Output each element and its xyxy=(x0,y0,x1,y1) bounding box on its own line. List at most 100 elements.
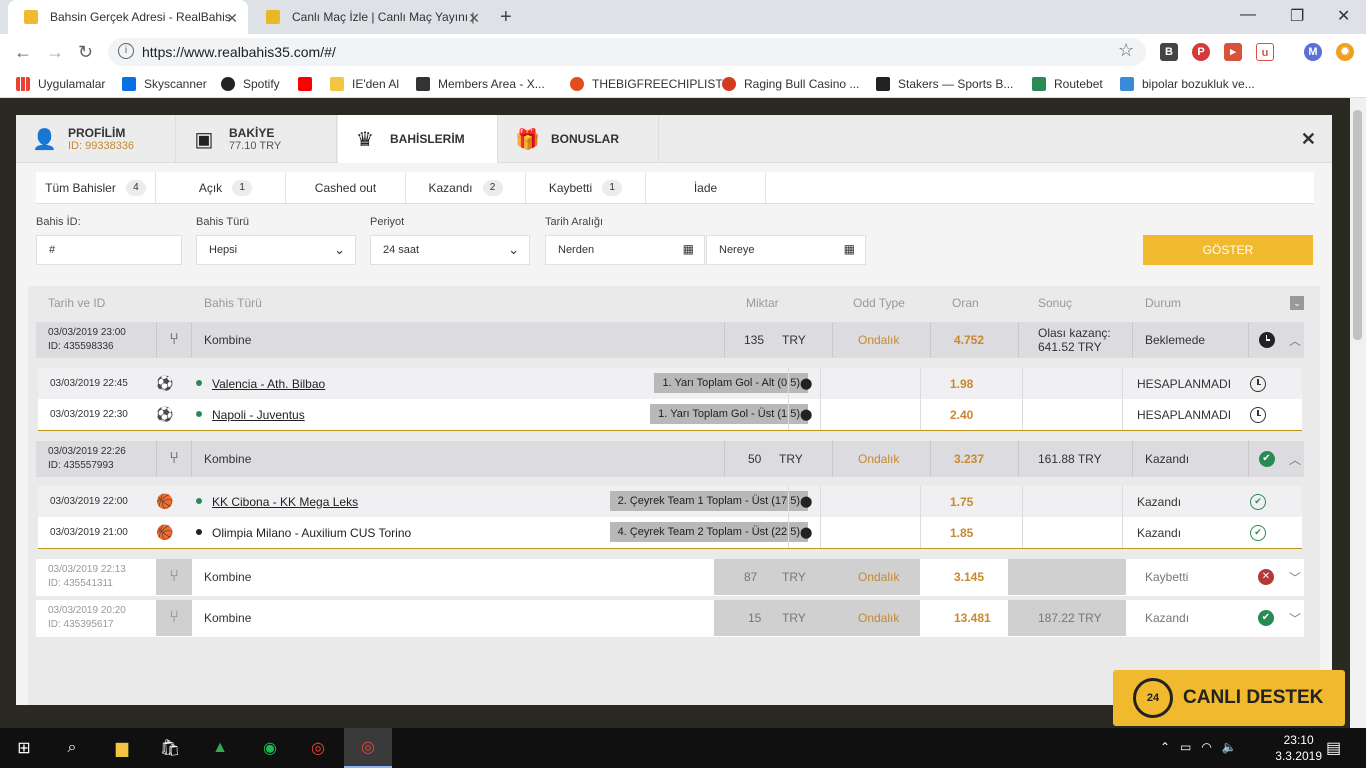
bet-amount: 50 xyxy=(748,452,762,466)
period-select[interactable]: 24 saat ⌄ xyxy=(370,235,530,265)
date-to-input[interactable]: Nereye ▦ xyxy=(706,235,866,265)
bookmark-stakers[interactable]: Stakers — Sports B... xyxy=(876,77,1013,91)
bet-status: Kazandı xyxy=(1145,452,1190,466)
bookmark-spotify[interactable]: Spotify xyxy=(221,77,280,91)
google-drive-icon[interactable]: ▲ xyxy=(196,728,244,768)
calendar-icon[interactable]: ▦ xyxy=(683,242,694,256)
back-arrow-icon[interactable]: ← xyxy=(14,42,32,63)
header-rate: Oran xyxy=(952,296,979,310)
filter-count-badge: 1 xyxy=(602,180,623,196)
browser-tab-canli-mac[interactable]: Canlı Maç İzle | Canlı Maç Yayını | ✕ xyxy=(250,0,490,34)
routebet-icon xyxy=(1032,77,1046,91)
selection-date: 03/03/2019 22:45 xyxy=(50,378,128,389)
tab-bonuses[interactable]: 🎁 BONUSLAR xyxy=(499,115,659,163)
bet-row[interactable]: 03/03/2019 20:20 ID: 435395617 ⑂ Kombine … xyxy=(36,600,1304,637)
notifications-icon[interactable]: ▤ xyxy=(1326,738,1341,758)
maximize-icon[interactable]: ❐ xyxy=(1290,6,1304,26)
tab-my-bets[interactable]: ♛ BAHİSLERİM xyxy=(338,115,498,163)
spotify-taskbar-icon[interactable]: ◉ xyxy=(246,728,294,768)
chevron-down-icon[interactable]: ﹀ xyxy=(1286,559,1304,595)
search-icon[interactable]: ⌕ xyxy=(48,728,96,768)
extension-play-icon[interactable]: ▸ xyxy=(1224,43,1242,61)
bookmark-bipolar[interactable]: bipolar bozukluk ve... xyxy=(1120,77,1255,91)
chrome-taskbar-icon[interactable]: ◎ xyxy=(294,728,342,768)
filter-refund[interactable]: İade xyxy=(646,172,766,204)
selection-status: HESAPLANMADI xyxy=(1137,376,1232,391)
tab-profile[interactable]: 👤 PROFİLİM ID: 99338336 xyxy=(16,115,176,163)
bookmark-raging-bull[interactable]: Raging Bull Casino ... xyxy=(722,77,859,91)
bookmark-youtube[interactable] xyxy=(298,77,320,91)
reload-icon[interactable]: ↻ xyxy=(78,42,93,63)
bet-rate: 13.481 xyxy=(954,611,991,625)
bet-date-id: 03/03/2019 22:26 ID: 435557993 xyxy=(48,446,126,471)
bookmark-star-icon[interactable]: ☆ xyxy=(1118,40,1134,61)
url-text[interactable]: https://www.realbahis35.com/#/ xyxy=(142,44,336,60)
selection-match-link[interactable]: Napoli - Juventus xyxy=(212,399,305,430)
bookmark-ie-import[interactable]: IE'den Al xyxy=(330,77,399,91)
collapse-all-icon[interactable]: ⌄ xyxy=(1290,296,1304,310)
live-dot-icon xyxy=(196,411,202,417)
file-explorer-icon[interactable]: ▆ xyxy=(98,728,146,768)
bet-date-id: 03/03/2019 20:20 ID: 435395617 xyxy=(48,605,126,630)
filter-lost[interactable]: Kaybetti 1 xyxy=(526,172,646,204)
bookmark-routebet[interactable]: Routebet xyxy=(1032,77,1103,91)
browser-tab-realbahis[interactable]: Bahsin Gerçek Adresi - RealBahis ✕ xyxy=(8,0,248,34)
minimize-icon[interactable]: — xyxy=(1240,6,1256,24)
info-icon[interactable]: ⬤ xyxy=(800,399,812,430)
system-tray-icons[interactable]: ⌃▭◠🔈 xyxy=(1160,740,1247,754)
bookmark-bigfreechiplist[interactable]: THEBIGFREECHIPLIST xyxy=(570,77,723,91)
bet-row[interactable]: 03/03/2019 22:26 ID: 435557993 ⑂ Kombine … xyxy=(36,441,1304,477)
bet-odd-type: Ondalık xyxy=(858,570,900,584)
bet-status: Kazandı xyxy=(1145,611,1190,625)
store-icon[interactable]: 🛍 xyxy=(146,728,194,768)
taskbar-clock[interactable]: 23:10 3.3.2019 xyxy=(1275,732,1322,764)
chevron-up-icon[interactable]: ︿ xyxy=(1286,322,1304,358)
info-icon[interactable]: ⬤ xyxy=(800,368,812,399)
live-support-button[interactable]: 24 CANLI DESTEK xyxy=(1113,670,1345,726)
info-icon[interactable]: i xyxy=(118,43,134,59)
address-bar[interactable]: i https://www.realbahis35.com/#/ ☆ xyxy=(108,38,1146,66)
chevron-down-icon: ⌄ xyxy=(334,242,345,257)
page-scrollbar-thumb[interactable] xyxy=(1353,110,1362,340)
bet-row[interactable]: 03/03/2019 23:00 ID: 435598336 ⑂ Kombine … xyxy=(36,322,1304,358)
selection-match-link[interactable]: Valencia - Ath. Bilbao xyxy=(212,368,325,399)
close-tab-icon[interactable]: ✕ xyxy=(468,10,480,27)
filter-all-bets[interactable]: Tüm Bahisler 4 xyxy=(36,172,156,204)
extension-shield-icon[interactable]: u xyxy=(1256,43,1274,61)
chrome-active-taskbar-icon[interactable]: ◎ xyxy=(344,728,392,768)
bet-type: Kombine xyxy=(204,570,252,584)
close-tab-icon[interactable]: ✕ xyxy=(226,10,238,27)
bookmark-skyscanner[interactable]: Skyscanner xyxy=(122,77,207,91)
profile-avatar[interactable]: M xyxy=(1304,43,1322,61)
bet-id-input[interactable]: # xyxy=(36,235,182,265)
bet-status: Beklemede xyxy=(1145,333,1206,347)
calendar-icon[interactable]: ▦ xyxy=(844,242,855,256)
clock-icon xyxy=(1246,368,1270,399)
info-icon[interactable]: ⬤ xyxy=(800,486,812,517)
date-from-input[interactable]: Nerden ▦ xyxy=(545,235,705,265)
chevron-up-icon[interactable]: ︿ xyxy=(1286,441,1304,477)
filter-cashed-out[interactable]: Cashed out xyxy=(286,172,406,204)
pinterest-extension-icon[interactable]: P xyxy=(1192,43,1210,61)
filter-won[interactable]: Kazandı 2 xyxy=(406,172,526,204)
filter-open[interactable]: Açık 1 xyxy=(166,172,286,204)
info-icon[interactable]: ⬤ xyxy=(800,517,812,548)
extension-b-icon[interactable]: B xyxy=(1160,43,1178,61)
bookmark-apps[interactable]: Uygulamalar xyxy=(16,77,105,91)
bet-filter-tabs: Tüm Bahisler 4 Açık 1 Cashed out Kazandı 2 … xyxy=(36,172,1314,204)
show-button[interactable]: GÖSTER xyxy=(1143,235,1313,265)
bookmark-members-area[interactable]: Members Area - X... xyxy=(416,77,545,91)
bet-amount: 135 xyxy=(744,333,765,347)
extension-sun-icon[interactable]: ✹ xyxy=(1336,43,1354,61)
modal-close-icon[interactable]: ✕ xyxy=(1301,129,1316,150)
bet-date-id: 03/03/2019 23:00 ID: 435598336 xyxy=(48,327,126,352)
selection-match-link[interactable]: KK Cibona - KK Mega Leks xyxy=(212,486,358,517)
windows-start-icon[interactable]: ⊞ xyxy=(0,728,48,768)
bet-type-select[interactable]: Hepsi ⌄ xyxy=(196,235,356,265)
window-close-icon[interactable]: ✕ xyxy=(1337,6,1350,26)
forward-arrow-icon[interactable]: → xyxy=(46,42,64,63)
chevron-down-icon[interactable]: ﹀ xyxy=(1286,600,1304,636)
tab-balance[interactable]: ▣ BAKİYE 77.10 TRY xyxy=(177,115,337,163)
bet-row[interactable]: 03/03/2019 22:13 ID: 435541311 ⑂ Kombine … xyxy=(36,559,1304,596)
new-tab-plus-icon[interactable]: + xyxy=(500,6,512,29)
